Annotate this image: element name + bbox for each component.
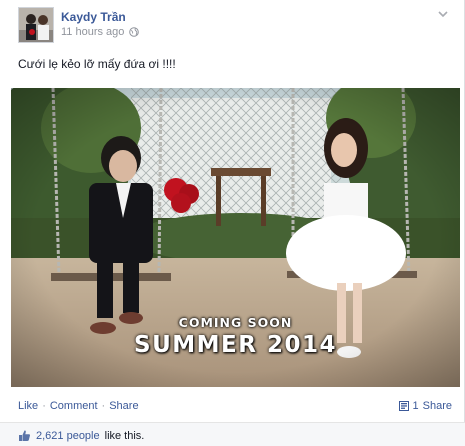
share-count-label: Share	[422, 400, 452, 412]
action-separator: ·	[101, 400, 106, 412]
chevron-down-icon[interactable]	[436, 8, 450, 20]
photo-overlay-summer-2014: SUMMER 2014	[134, 332, 337, 358]
post-timestamp[interactable]: 11 hours ago	[61, 26, 124, 38]
share-count-number: 1	[412, 400, 419, 412]
like-link[interactable]: Like	[18, 400, 38, 412]
comment-link[interactable]: Comment	[50, 400, 98, 412]
action-separator: ·	[42, 400, 46, 412]
likes-bar: 2,621 people like this.	[0, 422, 465, 446]
likes-summary: 2,621 people like this.	[18, 429, 144, 442]
post-actions: Like · Comment · Share	[18, 400, 139, 412]
post-meta: 11 hours ago	[61, 26, 140, 38]
photo-overlay-coming-soon: COMING SOON	[178, 315, 293, 330]
news-feed-post: Kaydy Trần 11 hours ago Cưới lẹ kẻo lỡ m…	[0, 0, 465, 446]
share-link[interactable]: Share	[109, 400, 138, 412]
post-photo[interactable]: COMING SOON SUMMER 2014	[11, 88, 460, 387]
likes-people-link[interactable]: 2,621 people	[36, 430, 100, 442]
share-icon	[398, 401, 409, 411]
thumbs-up-icon	[18, 429, 31, 442]
globe-icon[interactable]	[129, 27, 140, 37]
author-name[interactable]: Kaydy Trần	[61, 10, 126, 24]
post-caption: Cưới lẹ kẻo lỡ mấy đứa ơi !!!!	[18, 57, 176, 71]
likes-suffix: like this.	[104, 429, 145, 442]
avatar-image	[19, 8, 53, 42]
author-avatar[interactable]	[18, 7, 54, 43]
share-count[interactable]: 1 Share	[398, 400, 452, 412]
